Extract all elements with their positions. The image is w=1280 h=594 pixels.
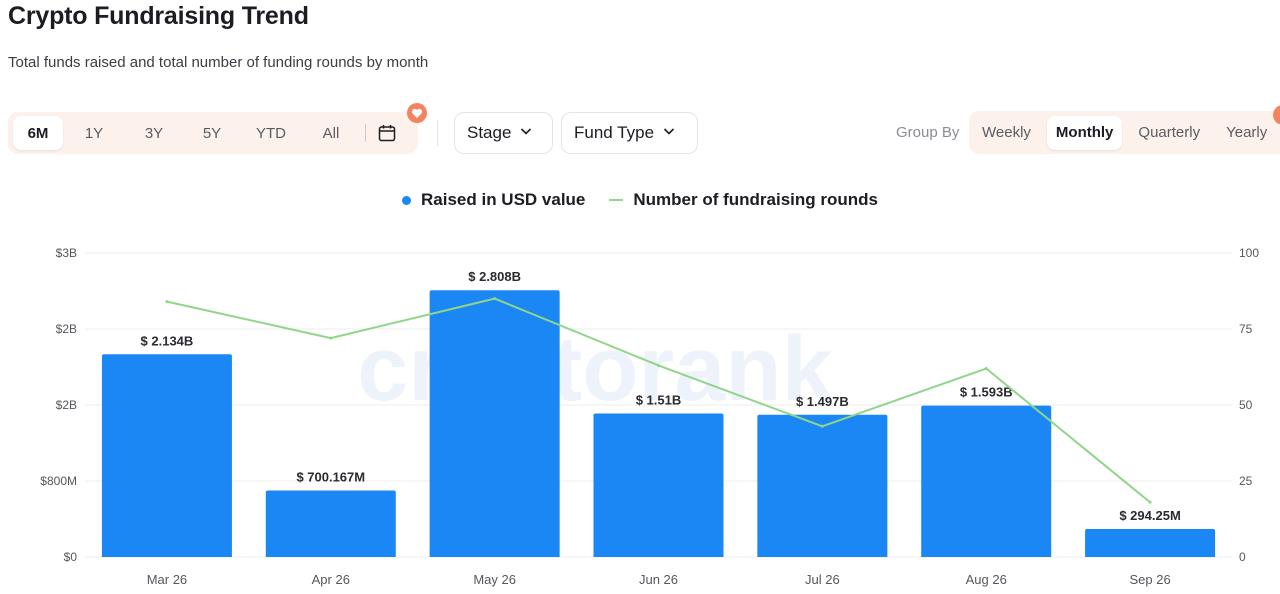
rounds-point [165, 300, 169, 304]
bar-value-label: $ 2.134B [141, 333, 194, 348]
y-left-tick-label: $2B [56, 398, 77, 412]
y-left-tick-label: $0 [64, 550, 78, 564]
rounds-point [493, 297, 497, 301]
y-left-tick-label: $2B [56, 322, 77, 336]
fundraising-chart: cryptorank$0$800M$2B$2B$3B0255075100$ 2.… [40, 246, 1259, 587]
x-tick-label: Sep 26 [1129, 572, 1170, 587]
y-right-tick-label: 0 [1239, 550, 1246, 564]
bar-value-label: $ 1.497B [796, 394, 849, 409]
x-tick-label: Apr 26 [312, 572, 350, 587]
x-tick-label: Aug 26 [966, 572, 1007, 587]
rounds-point [657, 363, 660, 367]
bar-value-label: $ 294.25M [1119, 508, 1180, 523]
y-right-tick-label: 75 [1239, 322, 1253, 336]
y-right-tick-label: 100 [1239, 246, 1259, 260]
bar-may-26 [429, 290, 560, 557]
bar-aug-26 [921, 405, 1052, 557]
y-left-tick-label: $800M [40, 474, 77, 488]
bar-sep-26 [1085, 529, 1216, 557]
bar-value-label: $ 1.593B [960, 385, 1013, 400]
bar-value-label: $ 2.808B [468, 269, 521, 284]
bar-jul-26 [757, 414, 888, 557]
x-tick-label: Mar 26 [147, 572, 187, 587]
y-left-tick-label: $3B [56, 246, 77, 260]
bar-value-label: $ 1.51B [636, 393, 682, 408]
x-tick-label: Jul 26 [805, 572, 840, 587]
rounds-point [1148, 500, 1152, 504]
bar-value-label: $ 700.167M [296, 469, 365, 484]
bar-mar-26 [101, 354, 232, 557]
x-tick-label: Jun 26 [639, 572, 678, 587]
y-right-tick-label: 50 [1239, 398, 1253, 412]
y-right-tick-label: 25 [1239, 474, 1253, 488]
rounds-point [820, 424, 824, 428]
bar-jun-26 [593, 413, 724, 557]
rounds-point [984, 367, 988, 371]
bar-apr-26 [265, 490, 396, 557]
x-tick-label: May 26 [473, 572, 516, 587]
rounds-point [329, 336, 333, 340]
